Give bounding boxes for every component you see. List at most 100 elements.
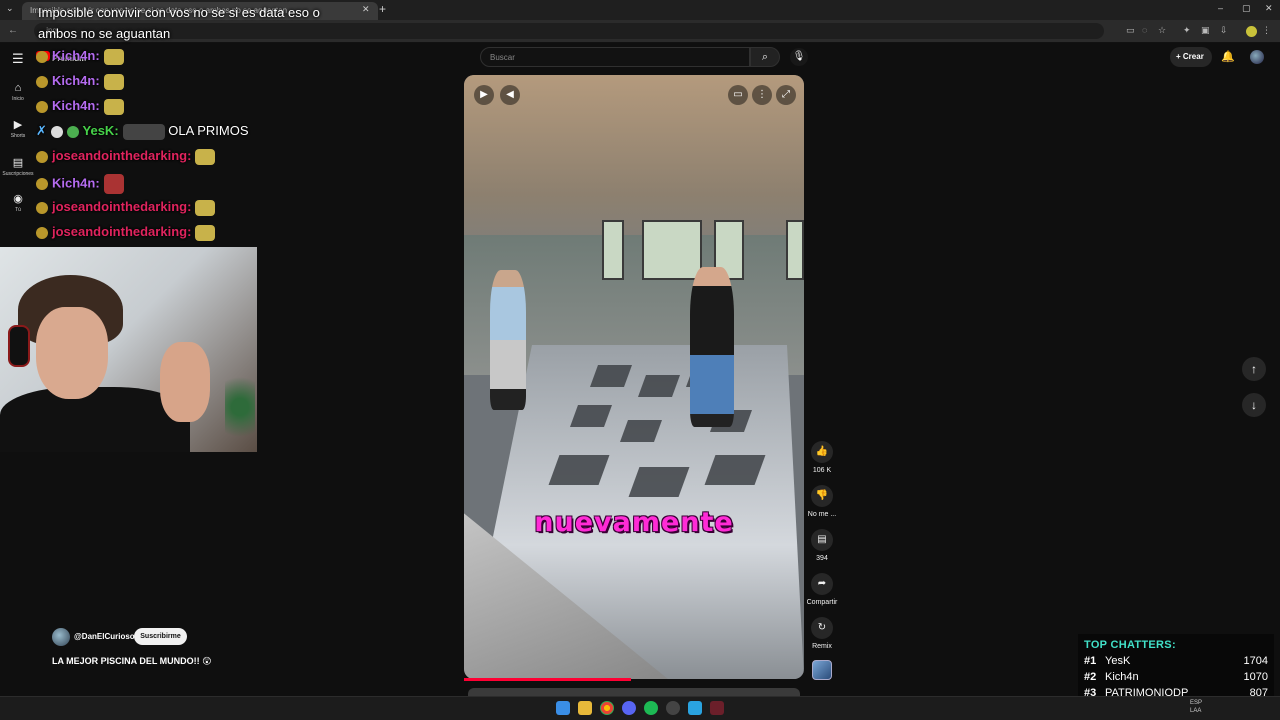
emote-icon	[103, 73, 124, 90]
discord-icon[interactable]	[622, 701, 636, 715]
new-tab-icon[interactable]: +	[379, 2, 386, 16]
eye-off-icon[interactable]: ◌	[1142, 25, 1147, 35]
screen: ⌄ Imposible convivir con vos no se si es…	[0, 0, 1280, 720]
chatter-rank: #1	[1084, 655, 1097, 667]
chat-badge-icon	[66, 125, 79, 138]
mic-icon: 🎙	[792, 51, 806, 62]
video-caption: nuevamente	[534, 507, 734, 538]
chat-username: Kich4n	[52, 48, 96, 63]
chat-message: Kich4n:	[36, 174, 124, 194]
chatter-name: Kich4n	[1105, 671, 1139, 683]
channel-avatar[interactable]	[52, 628, 70, 646]
next-video-preview[interactable]	[468, 688, 800, 696]
video-progress-bar[interactable]	[464, 678, 631, 681]
chatter-rank: #2	[1084, 671, 1097, 683]
puzzle-icon[interactable]: ▣	[1201, 25, 1210, 36]
plus-icon: +	[1176, 52, 1183, 61]
voice-search-button[interactable]: 🎙	[790, 48, 808, 66]
arrow-up-icon: ↑	[1251, 362, 1257, 376]
expand-icon: ⤢	[782, 89, 790, 100]
you-icon: ◉	[13, 193, 23, 205]
more-options-button[interactable]: ⋮	[752, 85, 772, 105]
remix-button[interactable]: ↻ Remix	[806, 617, 838, 650]
obs-icon[interactable]	[710, 701, 724, 715]
emote-icon	[195, 224, 216, 241]
cast-icon[interactable]: ▭	[1126, 25, 1135, 36]
remix-icon: ↻	[811, 617, 833, 639]
chat-username: joseandointhedarking	[52, 224, 188, 239]
share-button[interactable]: ➦ Compartir	[806, 573, 838, 606]
profile-avatar[interactable]	[1246, 26, 1257, 37]
maximize-icon[interactable]: ▢	[1242, 3, 1251, 14]
steam-icon[interactable]	[666, 701, 680, 715]
nav-item-shorts[interactable]: ▶ Shorts	[0, 118, 36, 139]
chat-badge-icon	[50, 125, 63, 138]
chat-username: joseandointhedarking	[52, 199, 188, 214]
spotify-icon[interactable]	[644, 701, 658, 715]
top-chatter-row: #2 Kich4n 1070	[1084, 671, 1268, 687]
emote-icon	[195, 199, 216, 216]
sound-avatar[interactable]	[812, 660, 832, 680]
browser-menu-icon[interactable]: ⋮	[1262, 25, 1271, 36]
video-window	[602, 220, 624, 280]
play-icon: ▶	[480, 89, 488, 100]
thumbs-up-icon: 👍	[811, 441, 833, 463]
chat-badge-icon	[36, 50, 48, 63]
next-short-button[interactable]: ↓	[1242, 393, 1266, 417]
headset-icon	[8, 325, 30, 367]
shorts-icon: ▶	[13, 119, 23, 131]
download-icon[interactable]: ⇩	[1220, 25, 1228, 36]
nav-item-you[interactable]: ◉ Tú	[0, 192, 36, 213]
notifications-bell-icon[interactable]: 🔔	[1221, 50, 1235, 63]
search-button[interactable]: ⌕	[750, 47, 780, 67]
minimize-icon[interactable]: –	[1218, 3, 1223, 13]
chat-badge-icon	[36, 100, 48, 113]
tab-close-icon[interactable]: ✕	[362, 4, 370, 15]
chat-username: Kich4n	[52, 73, 96, 88]
create-label: Crear	[1182, 52, 1204, 61]
fullscreen-button[interactable]: ⤢	[776, 85, 796, 105]
close-window-icon[interactable]: ✕	[1265, 3, 1273, 14]
search-input[interactable]: Buscar	[480, 47, 750, 67]
play-button[interactable]: ▶	[474, 85, 494, 105]
nav-item-home[interactable]: ⌂ Inicio	[0, 82, 36, 102]
subscribe-button[interactable]: Suscribirme	[134, 628, 187, 645]
webcam-face-shape	[36, 307, 108, 399]
nav-item-subscriptions[interactable]: ▤ Suscripciones	[0, 156, 36, 177]
channel-handle[interactable]: @DanElCurioso	[74, 632, 135, 641]
webcam-hand-shape	[160, 342, 210, 422]
comment-icon: ▤	[811, 529, 833, 551]
windows-start-icon[interactable]	[556, 701, 570, 715]
file-explorer-icon[interactable]	[578, 701, 592, 715]
language-indicator[interactable]: ESP	[1190, 700, 1202, 706]
emote-icon	[103, 48, 124, 65]
extension-icon[interactable]: ✦	[1183, 25, 1191, 36]
chat-badge-icon	[36, 201, 48, 214]
mute-button[interactable]: ◀	[500, 85, 520, 105]
captions-button[interactable]: ▭	[728, 85, 748, 105]
comments-button[interactable]: ▤ 394	[806, 529, 838, 562]
like-button[interactable]: 👍 106 K	[806, 441, 838, 474]
chat-message: joseandointhedarking:	[36, 224, 216, 241]
streamer-webcam	[0, 247, 257, 452]
create-button[interactable]: + Crear	[1170, 47, 1212, 67]
telegram-icon[interactable]	[688, 701, 702, 715]
keyboard-layout-indicator[interactable]: LAA	[1190, 708, 1201, 714]
chat-badge-icon	[36, 150, 48, 163]
chatter-score: 1070	[1243, 671, 1268, 683]
emote-icon	[195, 148, 216, 165]
chat-message: Kich4n:	[36, 48, 124, 65]
chat-top-message: Imposible convivir con vos no se si es d…	[38, 5, 320, 41]
back-icon[interactable]: ←	[8, 25, 18, 36]
shorts-video-player[interactable]: nuevamente ▶ ◀ ▭ ⋮ ⤢	[464, 75, 804, 679]
dislike-button[interactable]: 👎 No me ...	[806, 485, 838, 518]
windows-taskbar: ESP LAA	[0, 696, 1280, 720]
tab-search-icon[interactable]: ⌄	[6, 3, 14, 14]
previous-short-button[interactable]: ↑	[1242, 357, 1266, 381]
chrome-icon[interactable]	[600, 701, 614, 715]
captions-icon: ▭	[733, 89, 743, 100]
top-chatter-row: #1 YesK 1704	[1084, 655, 1268, 671]
account-avatar[interactable]	[1250, 50, 1264, 64]
bookmark-star-icon[interactable]: ☆	[1158, 25, 1166, 36]
menu-icon[interactable]: ☰	[12, 51, 24, 67]
